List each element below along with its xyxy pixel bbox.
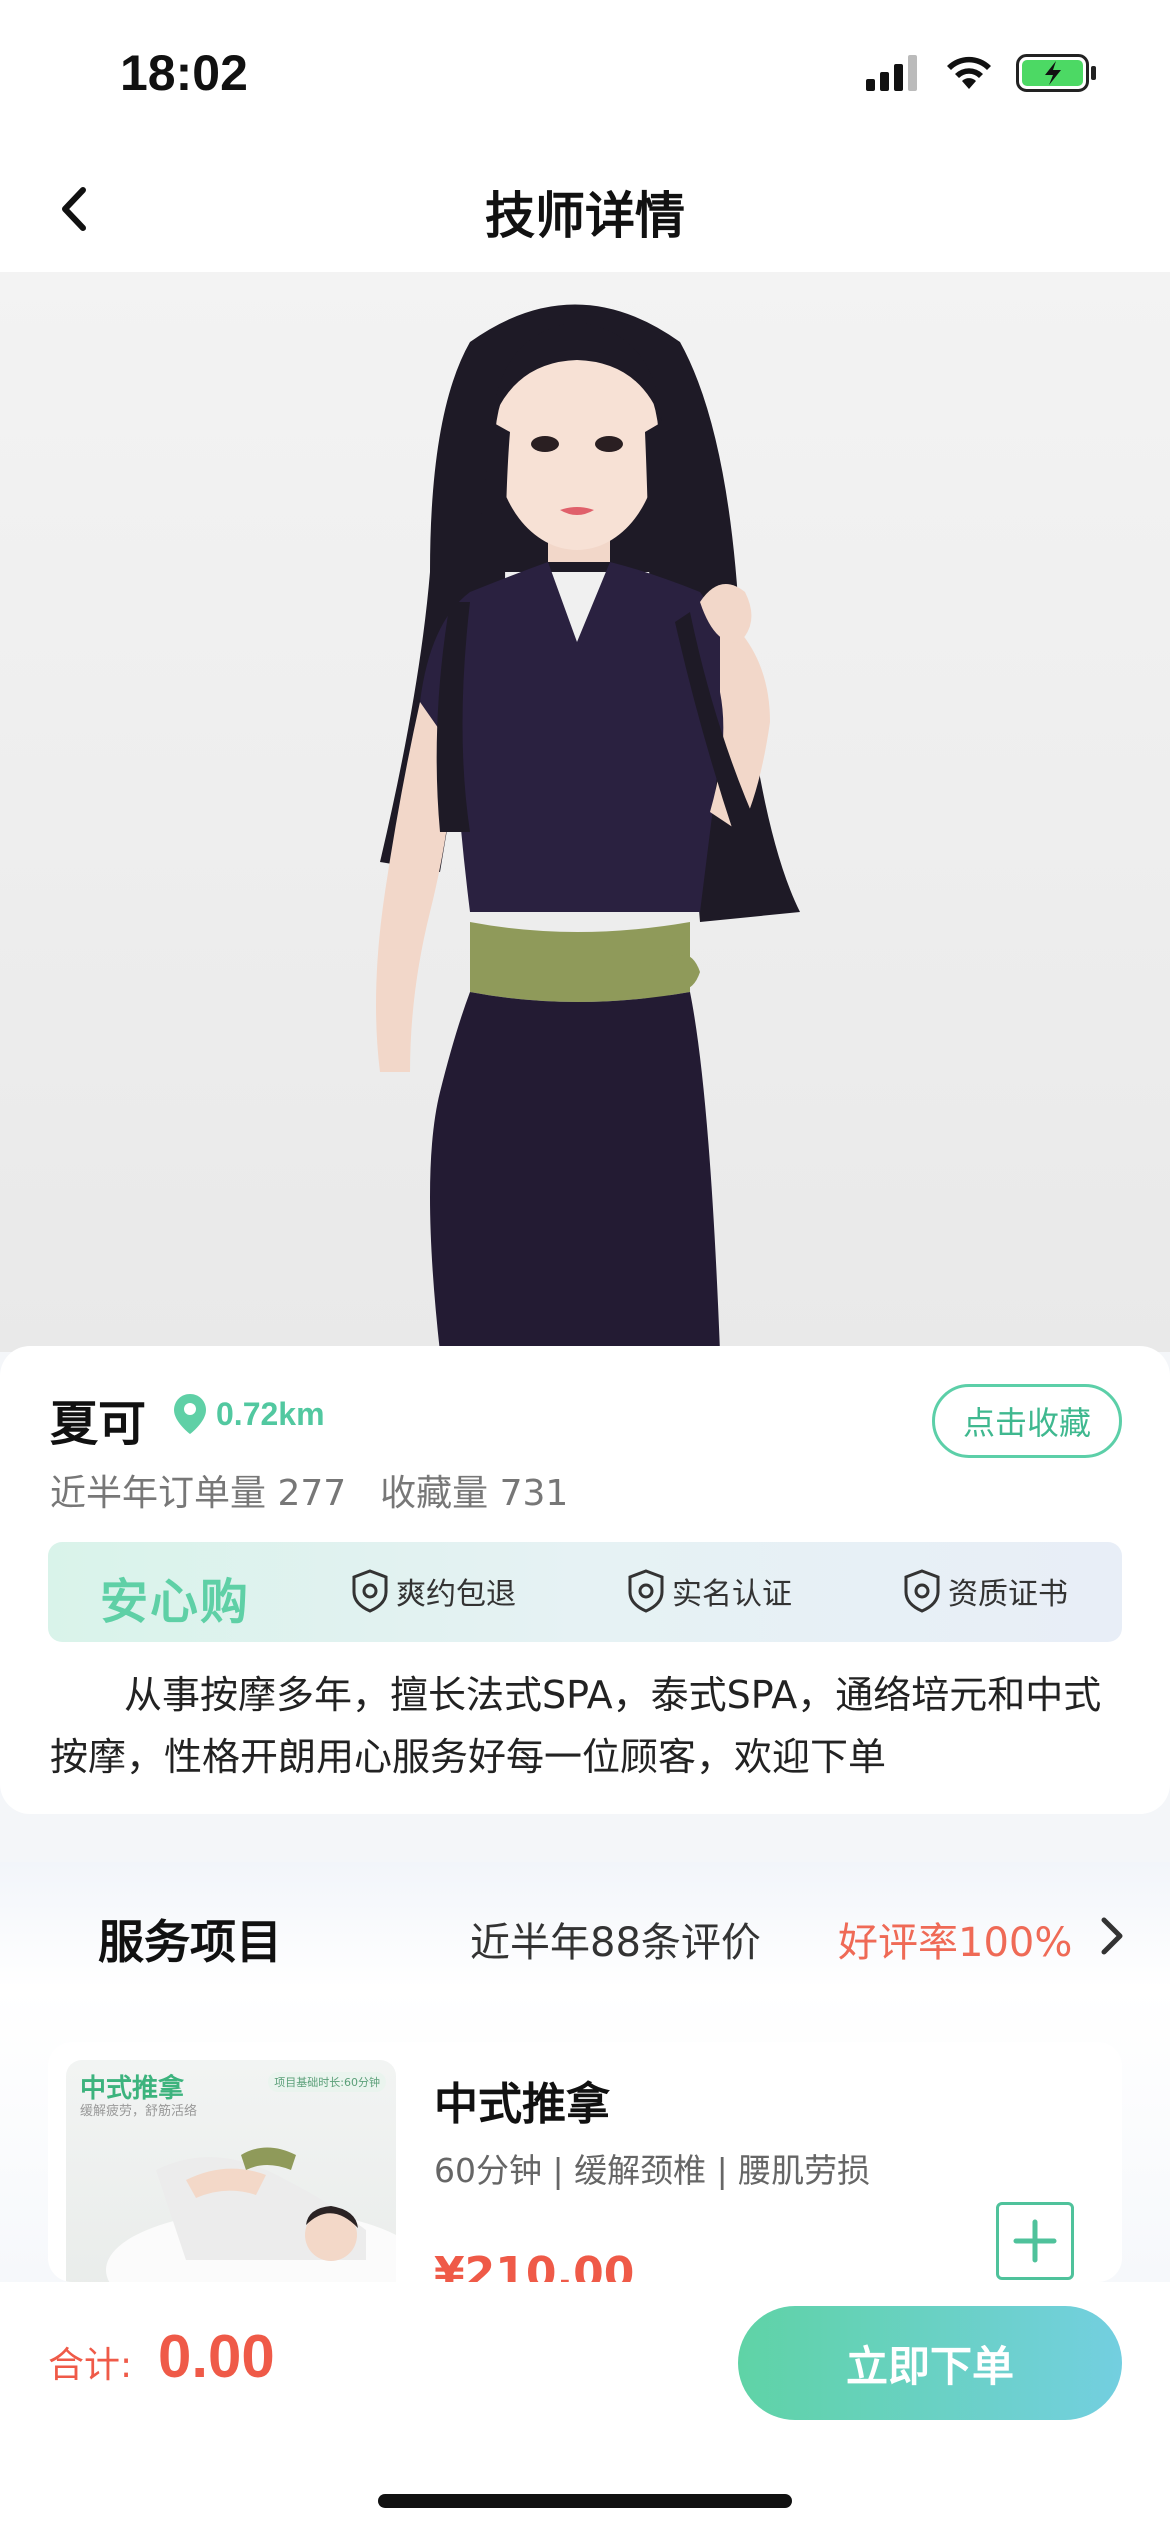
positive-rating[interactable]: 好评率100% <box>838 1910 1072 1968</box>
plus-icon <box>1013 2219 1057 2263</box>
technician-name: 夏可 <box>50 1396 147 1452</box>
trust-logo: 安心购 <box>100 1574 251 1630</box>
service-title: 服务项目 <box>98 1915 282 1969</box>
page-title: 技师详情 <box>485 187 685 245</box>
shield-icon <box>628 1569 664 1613</box>
service-name: 中式推拿 <box>434 2079 610 2130</box>
status-bar: 18:02 <box>0 0 1170 150</box>
service-price: ¥210.00 <box>434 2248 635 2282</box>
stats: 近半年订单量 277 收藏量 731 <box>50 1464 568 1516</box>
place-order-button[interactable]: 立即下单 <box>738 2306 1122 2420</box>
thumbnail-tag: 项目基础时长:60分钟 <box>268 2072 386 2092</box>
battery-icon <box>1016 54 1096 92</box>
service-thumbnail: 中式推拿 缓解疲劳，舒筋活络 项目基础时长:60分钟 <box>66 2060 396 2282</box>
trust-item-realname: 实名认证 <box>626 1568 792 1614</box>
favorite-button[interactable]: 点击收藏 <box>932 1384 1122 1458</box>
trust-banner[interactable]: 安心购 爽约包退 实名认证 资质证书 <box>48 1542 1122 1642</box>
trust-item-certificate: 资质证书 <box>902 1568 1068 1614</box>
technician-photo <box>0 272 1170 1352</box>
trust-item-refund: 爽约包退 <box>350 1568 516 1614</box>
favorites-count: 收藏量 731 <box>380 1473 569 1514</box>
chevron-right-icon <box>1101 1917 1123 1955</box>
trust-item-label: 爽约包退 <box>396 1577 516 1612</box>
review-count[interactable]: 近半年88条评价 <box>470 1910 761 1968</box>
service-card[interactable]: 中式推拿 缓解疲劳，舒筋活络 项目基础时长:60分钟 中式推拿 60分钟 | 缓… <box>48 2042 1122 2282</box>
reviews-link[interactable] <box>1098 1914 1126 1962</box>
wifi-icon <box>947 56 991 89</box>
nav-bar: 技师详情 <box>0 150 1170 272</box>
trust-item-label: 实名认证 <box>672 1577 792 1612</box>
home-indicator <box>378 2494 792 2508</box>
profile-card: 夏可 0.72km 点击收藏 近半年订单量 277 收藏量 731 安心购 爽约… <box>0 1346 1170 1814</box>
add-service-button[interactable] <box>996 2202 1074 2280</box>
bottom-bar: 合计: 0.00 立即下单 <box>0 2282 1170 2532</box>
service-section: 服务项目 近半年88条评价 好评率100% 中式推拿 缓解疲劳，舒筋活络 项目基… <box>0 1862 1170 2282</box>
signal-icon <box>866 55 917 91</box>
technician-intro: 从事按摩多年，擅长法式SPA，泰式SPA，通络培元和中式按摩，性格开朗用心服务好… <box>50 1673 1102 1779</box>
shield-icon <box>904 1569 940 1613</box>
status-icons <box>866 54 1098 92</box>
status-time: 18:02 <box>120 45 248 101</box>
distance: 0.72km <box>172 1392 325 1436</box>
thumbnail-subtitle: 缓解疲劳，舒筋活络 <box>80 2104 198 2119</box>
shield-icon <box>352 1569 388 1613</box>
trust-item-label: 资质证书 <box>948 1577 1068 1612</box>
total-value: 0.00 <box>158 2323 275 2390</box>
distance-value: 0.72km <box>216 1395 325 1432</box>
service-description: 60分钟 | 缓解颈椎 | 腰肌劳损 <box>434 2151 871 2190</box>
orders-count: 近半年订单量 277 <box>50 1473 347 1514</box>
total-label: 合计: <box>48 2345 133 2386</box>
location-pin-icon <box>174 1394 206 1434</box>
